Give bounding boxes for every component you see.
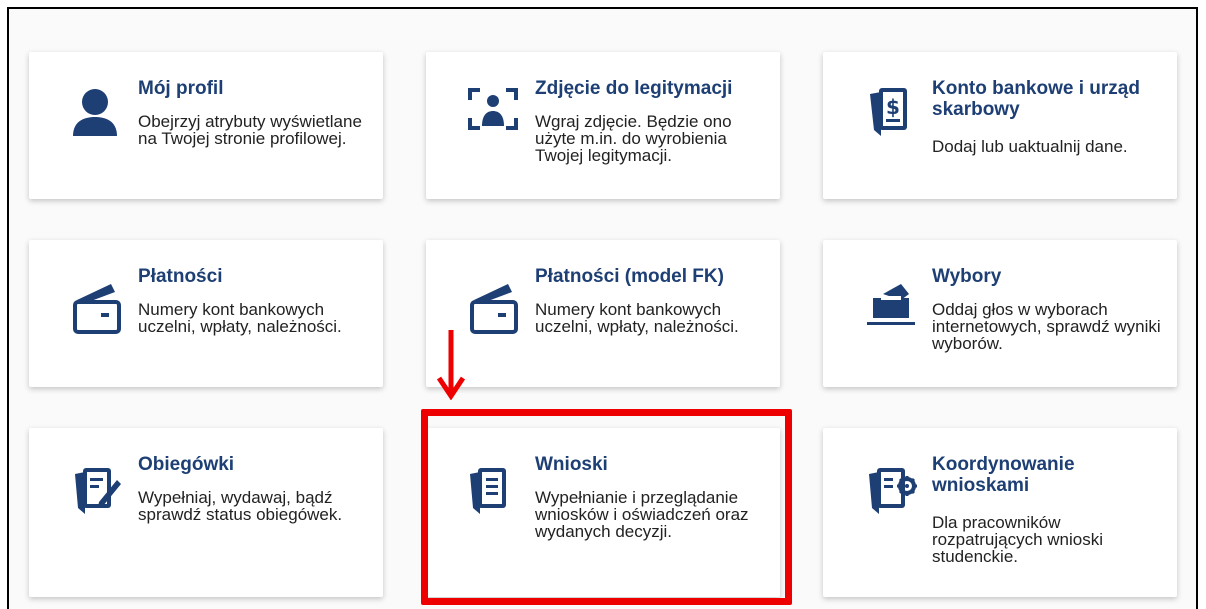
id-photo-icon	[468, 84, 536, 152]
tile-title: Koordynowanie wnioskami	[932, 454, 1075, 496]
tile-konto-bankowe[interactable]: $ Konto bankowe i urząd skarbowy Dodaj l…	[823, 52, 1177, 199]
tile-title: Obiegówki	[138, 454, 235, 475]
wallet-icon	[468, 272, 536, 340]
tile-title: Płatności (model FK)	[535, 266, 724, 287]
tile-moj-profil[interactable]: Mój profil Obejrzyj atrybuty wyświetlane…	[29, 52, 383, 199]
tile-description: Wypełniaj, wydawaj, bądź sprawdź status …	[138, 488, 343, 524]
tile-description: Obejrzyj atrybuty wyświetlane na Twojej …	[138, 112, 362, 148]
tile-description: Numery kont bankowych uczelni, wpłaty, n…	[535, 300, 739, 336]
tile-description: Dodaj lub uaktualnij dane.	[932, 137, 1128, 156]
tile-description: Numery kont bankowych uczelni, wpłaty, n…	[138, 300, 342, 336]
bank-document-icon: $	[865, 84, 933, 152]
tile-title: Wybory	[932, 266, 1002, 287]
highlight-box	[421, 409, 792, 605]
svg-text:$: $	[886, 95, 900, 119]
user-icon	[71, 84, 139, 152]
tile-description: Oddaj głos w wyborach internetowych, spr…	[932, 300, 1161, 353]
tile-platnosci[interactable]: Płatności Numery kont bankowych uczelni,…	[29, 240, 383, 387]
arrow-down-icon	[436, 330, 466, 401]
tile-platnosci-model-fk[interactable]: Płatności (model FK) Numery kont bankowy…	[426, 240, 780, 387]
tile-koordynowanie-wnioskami[interactable]: Koordynowanie wnioskami Dla pracowników …	[823, 428, 1177, 597]
tile-description: Dla pracowników rozpatrujących wnioski s…	[932, 513, 1104, 566]
tile-obiegowki[interactable]: Obiegówki Wypełniaj, wydawaj, bądź spraw…	[29, 428, 383, 597]
tile-wybory[interactable]: Wybory Oddaj głos w wyborach internetowy…	[823, 240, 1177, 387]
tile-title: Płatności	[138, 266, 223, 287]
tile-title: Konto bankowe i urząd skarbowy	[932, 78, 1140, 120]
tile-description: Wgraj zdjęcie. Będzie ono użyte m.in. do…	[535, 112, 732, 165]
tile-title: Mój profil	[138, 78, 224, 99]
tile-zdjecie-do-legitymacji[interactable]: Zdjęcie do legitymacji Wgraj zdjęcie. Bę…	[426, 52, 780, 199]
ballot-box-icon	[865, 272, 933, 340]
document-gear-icon	[865, 460, 933, 528]
tile-title: Zdjęcie do legitymacji	[535, 78, 733, 99]
wallet-icon	[71, 272, 139, 340]
document-edit-icon	[71, 460, 139, 528]
